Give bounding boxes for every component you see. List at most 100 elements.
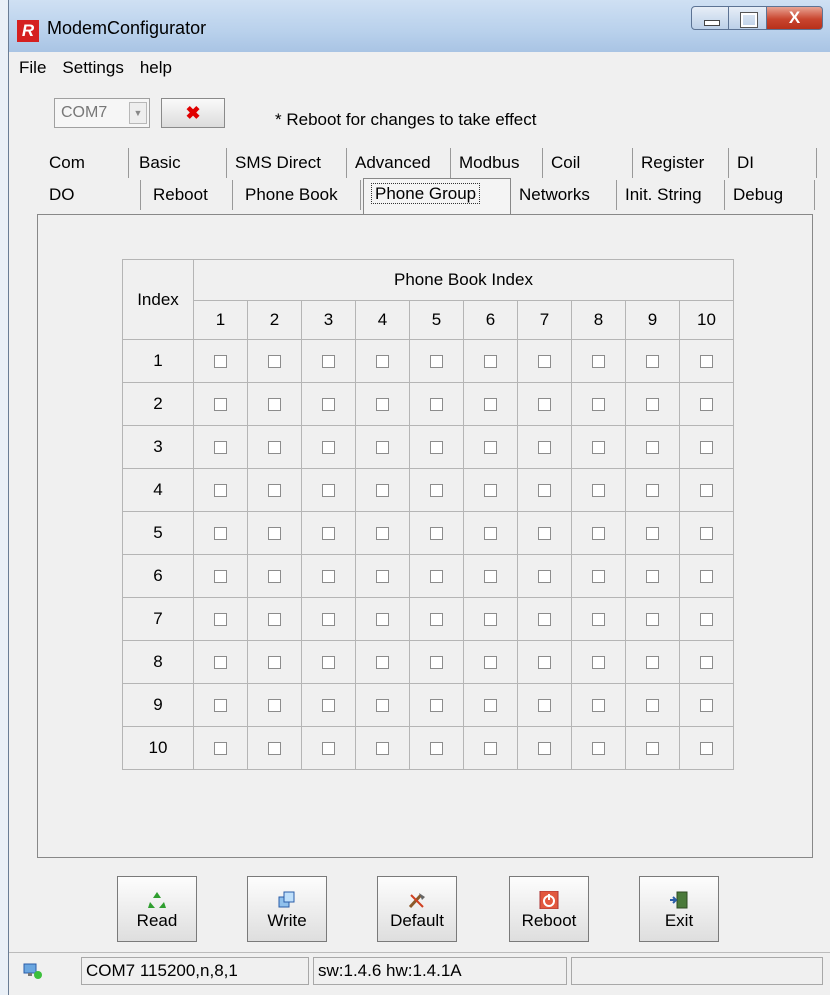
phone-group-checkbox[interactable]: [268, 570, 281, 584]
phone-group-checkbox[interactable]: [268, 742, 281, 756]
com-port-select[interactable]: COM7 ▼: [54, 98, 150, 128]
phone-group-checkbox[interactable]: [430, 484, 443, 498]
phone-group-checkbox[interactable]: [700, 656, 713, 670]
phone-group-checkbox[interactable]: [322, 398, 335, 412]
phone-group-checkbox[interactable]: [322, 441, 335, 455]
phone-group-checkbox[interactable]: [376, 699, 389, 713]
phone-group-checkbox[interactable]: [322, 355, 335, 369]
phone-group-checkbox[interactable]: [214, 699, 227, 713]
read-button[interactable]: Read: [117, 876, 197, 942]
phone-group-checkbox[interactable]: [592, 527, 605, 541]
phone-group-checkbox[interactable]: [646, 613, 659, 627]
phone-group-checkbox[interactable]: [646, 355, 659, 369]
phone-group-checkbox[interactable]: [538, 527, 551, 541]
tab-sms-direct[interactable]: SMS Direct: [227, 148, 347, 178]
close-window-button[interactable]: X: [767, 6, 823, 30]
tab-basic[interactable]: Basic: [131, 148, 227, 178]
phone-group-checkbox[interactable]: [322, 570, 335, 584]
phone-group-checkbox[interactable]: [700, 570, 713, 584]
phone-group-checkbox[interactable]: [322, 527, 335, 541]
phone-group-checkbox[interactable]: [484, 484, 497, 498]
phone-group-checkbox[interactable]: [268, 613, 281, 627]
phone-group-checkbox[interactable]: [214, 484, 227, 498]
tab-advanced[interactable]: Advanced: [347, 148, 451, 178]
phone-group-checkbox[interactable]: [592, 441, 605, 455]
phone-group-checkbox[interactable]: [592, 484, 605, 498]
phone-group-checkbox[interactable]: [646, 656, 659, 670]
phone-group-checkbox[interactable]: [646, 527, 659, 541]
phone-group-checkbox[interactable]: [484, 570, 497, 584]
phone-group-checkbox[interactable]: [484, 613, 497, 627]
phone-group-checkbox[interactable]: [646, 570, 659, 584]
phone-group-checkbox[interactable]: [214, 527, 227, 541]
phone-group-checkbox[interactable]: [430, 398, 443, 412]
tab-networks[interactable]: Networks: [511, 180, 617, 210]
phone-group-checkbox[interactable]: [214, 613, 227, 627]
phone-group-checkbox[interactable]: [538, 613, 551, 627]
phone-group-checkbox[interactable]: [592, 742, 605, 756]
phone-group-checkbox[interactable]: [268, 398, 281, 412]
phone-group-checkbox[interactable]: [592, 398, 605, 412]
phone-group-checkbox[interactable]: [214, 398, 227, 412]
phone-group-checkbox[interactable]: [592, 355, 605, 369]
phone-group-checkbox[interactable]: [322, 656, 335, 670]
tab-modbus[interactable]: Modbus: [451, 148, 543, 178]
default-button[interactable]: Default: [377, 876, 457, 942]
phone-group-checkbox[interactable]: [430, 355, 443, 369]
phone-group-checkbox[interactable]: [376, 742, 389, 756]
phone-group-checkbox[interactable]: [322, 484, 335, 498]
tab-phone-group[interactable]: Phone Group: [363, 178, 511, 214]
phone-group-checkbox[interactable]: [430, 699, 443, 713]
phone-group-checkbox[interactable]: [376, 484, 389, 498]
phone-group-checkbox[interactable]: [430, 613, 443, 627]
tab-com[interactable]: Com: [41, 148, 129, 178]
phone-group-checkbox[interactable]: [538, 699, 551, 713]
phone-group-checkbox[interactable]: [700, 484, 713, 498]
phone-group-checkbox[interactable]: [592, 570, 605, 584]
phone-group-checkbox[interactable]: [592, 699, 605, 713]
minimize-button[interactable]: [691, 6, 729, 30]
phone-group-checkbox[interactable]: [430, 742, 443, 756]
phone-group-checkbox[interactable]: [376, 441, 389, 455]
phone-group-checkbox[interactable]: [214, 441, 227, 455]
phone-group-checkbox[interactable]: [268, 355, 281, 369]
phone-group-checkbox[interactable]: [376, 355, 389, 369]
phone-group-checkbox[interactable]: [214, 570, 227, 584]
phone-group-checkbox[interactable]: [700, 527, 713, 541]
disconnect-button[interactable]: ✖: [161, 98, 225, 128]
phone-group-checkbox[interactable]: [322, 613, 335, 627]
phone-group-checkbox[interactable]: [538, 570, 551, 584]
menu-file[interactable]: File: [13, 52, 52, 84]
phone-group-checkbox[interactable]: [268, 656, 281, 670]
phone-group-checkbox[interactable]: [268, 699, 281, 713]
phone-group-checkbox[interactable]: [646, 484, 659, 498]
phone-group-checkbox[interactable]: [214, 656, 227, 670]
chevron-down-icon[interactable]: ▼: [129, 102, 147, 124]
phone-group-checkbox[interactable]: [484, 527, 497, 541]
phone-group-checkbox[interactable]: [700, 441, 713, 455]
menu-help[interactable]: help: [134, 52, 178, 84]
phone-group-checkbox[interactable]: [322, 699, 335, 713]
phone-group-checkbox[interactable]: [376, 656, 389, 670]
write-button[interactable]: Write: [247, 876, 327, 942]
phone-group-checkbox[interactable]: [430, 527, 443, 541]
reboot-button[interactable]: Reboot: [509, 876, 589, 942]
phone-group-checkbox[interactable]: [214, 355, 227, 369]
exit-button[interactable]: Exit: [639, 876, 719, 942]
menu-settings[interactable]: Settings: [56, 52, 129, 84]
phone-group-checkbox[interactable]: [646, 742, 659, 756]
maximize-button[interactable]: [729, 6, 767, 30]
phone-group-checkbox[interactable]: [538, 484, 551, 498]
phone-group-checkbox[interactable]: [700, 355, 713, 369]
phone-group-checkbox[interactable]: [538, 441, 551, 455]
phone-group-checkbox[interactable]: [592, 613, 605, 627]
phone-group-checkbox[interactable]: [376, 398, 389, 412]
phone-group-checkbox[interactable]: [484, 398, 497, 412]
phone-group-checkbox[interactable]: [700, 699, 713, 713]
tab-register[interactable]: Register: [633, 148, 729, 178]
tab-do[interactable]: DO: [41, 180, 141, 210]
phone-group-checkbox[interactable]: [430, 656, 443, 670]
phone-group-checkbox[interactable]: [376, 570, 389, 584]
phone-group-checkbox[interactable]: [430, 570, 443, 584]
tab-init-string[interactable]: Init. String: [617, 180, 725, 210]
